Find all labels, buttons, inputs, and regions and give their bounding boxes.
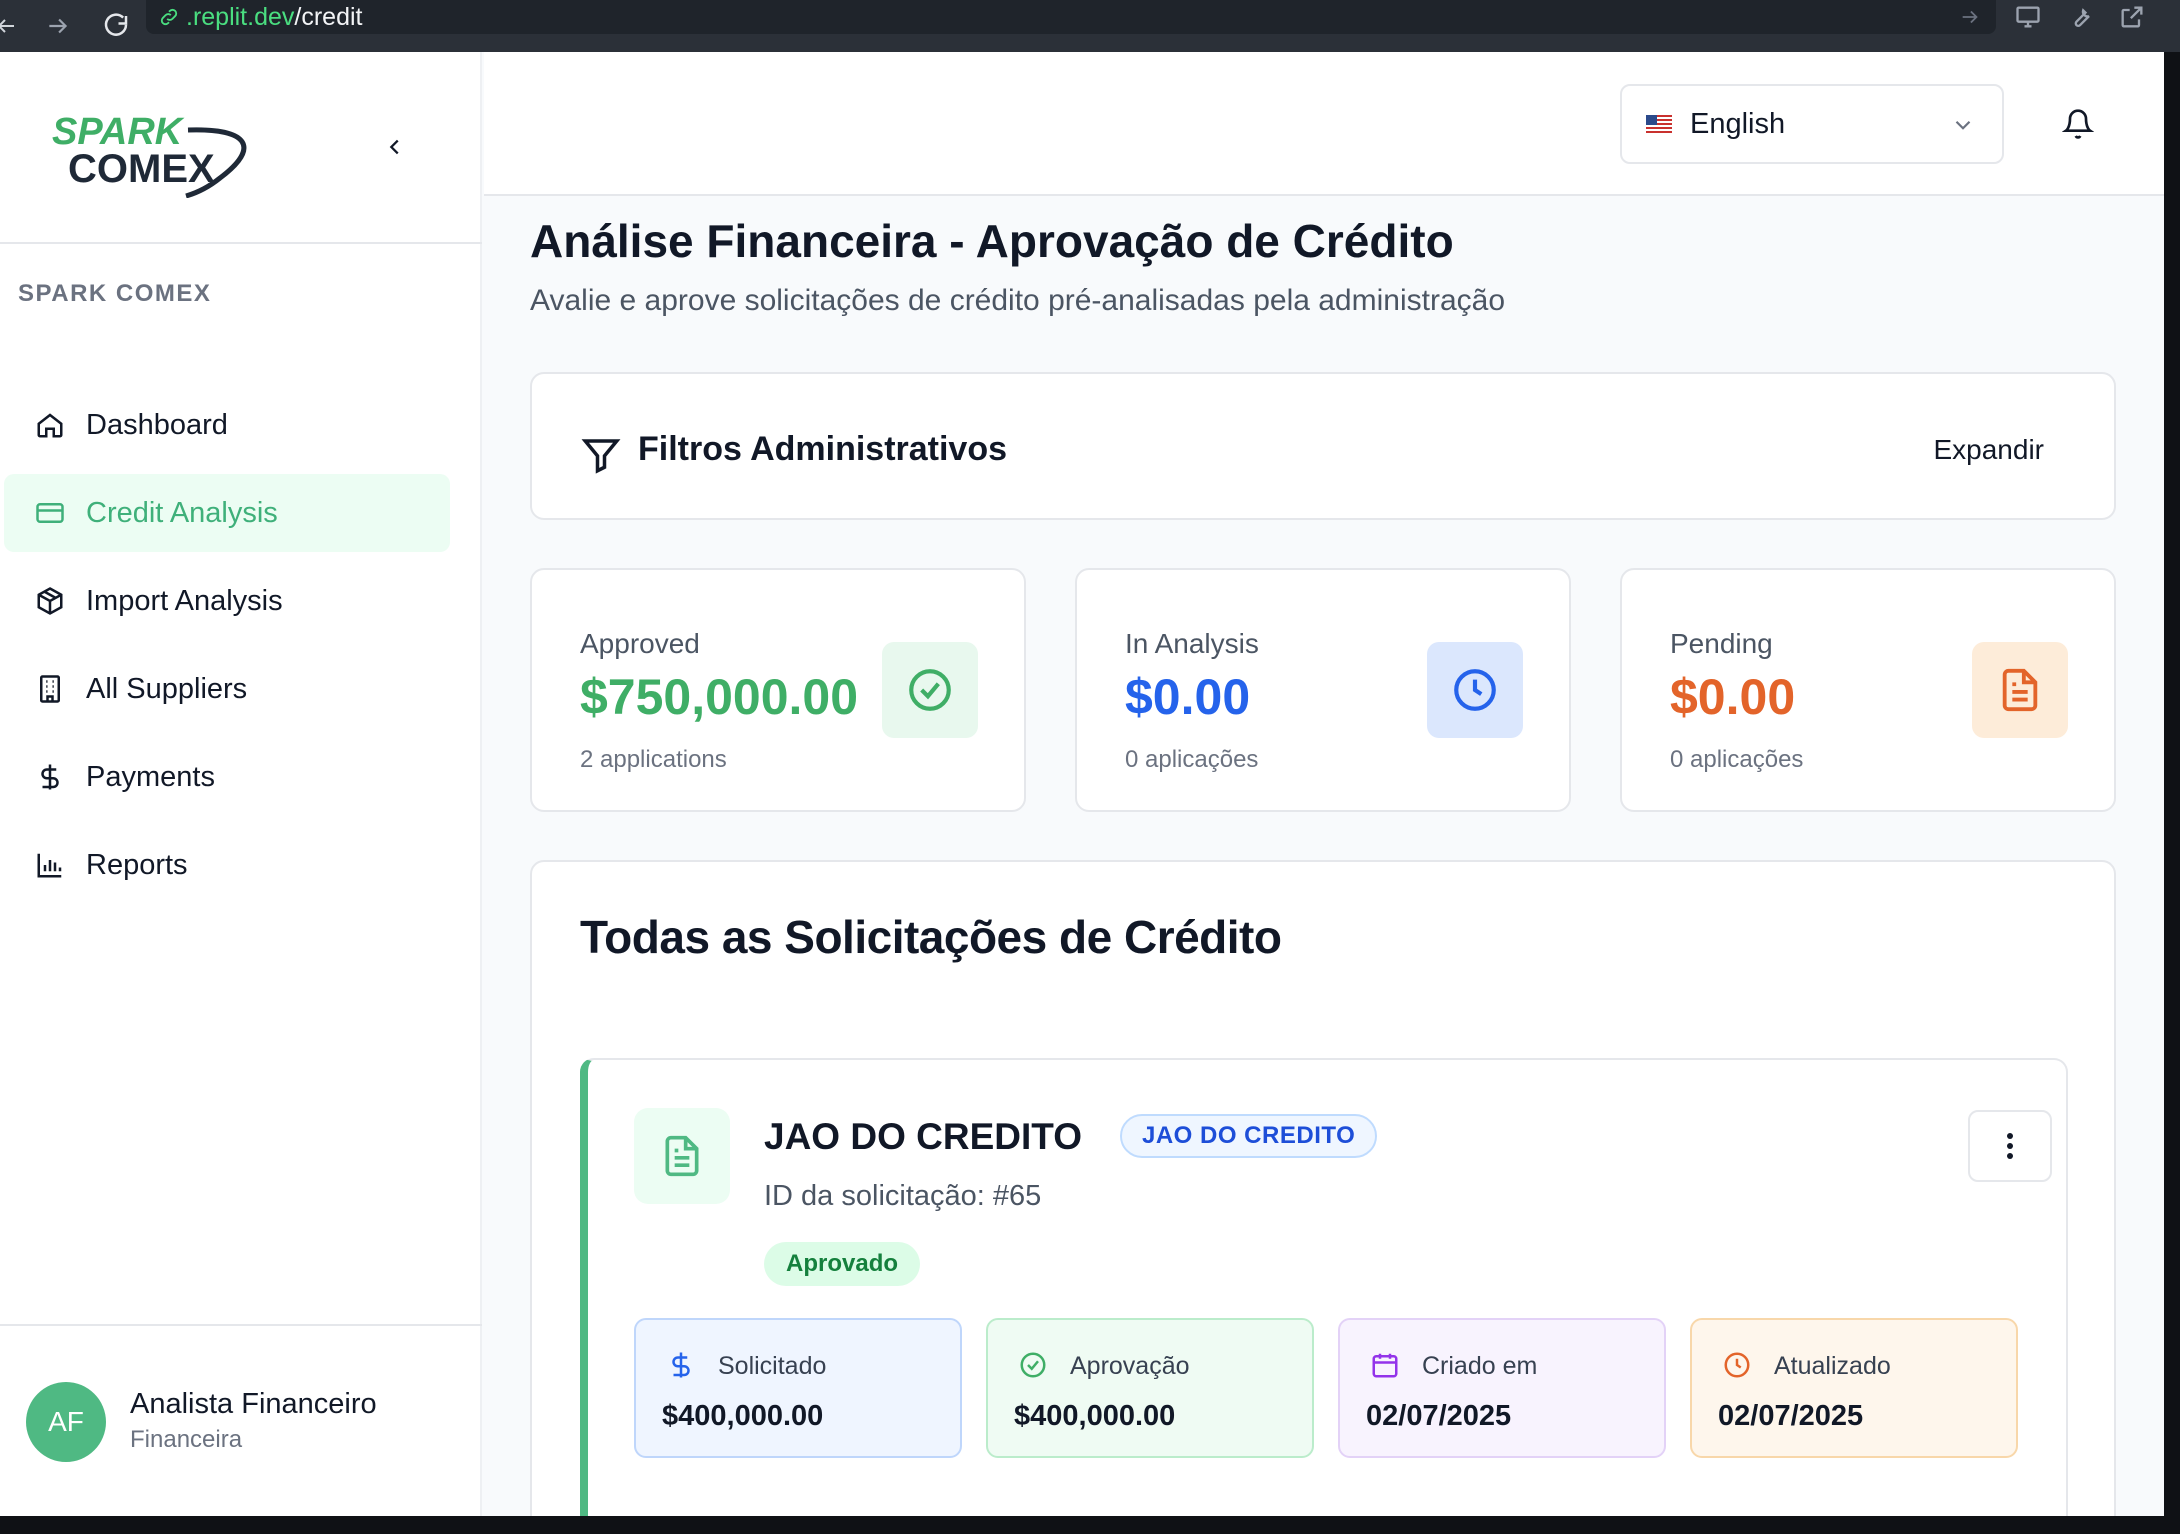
bell-icon [2062,109,2094,139]
calendar-icon [1370,1350,1400,1380]
logo-area: SPARK COMEX [0,52,482,244]
back-icon[interactable] [0,0,26,52]
address-bar[interactable]: .replit.dev/credit [146,0,1996,34]
url-host: .replit.dev [186,2,295,31]
sidebar-item-payments[interactable]: Payments [4,738,450,816]
sidebar-item-label: Credit Analysis [86,496,278,529]
stat-card-approved: Approved $750,000.00 2 applications [530,568,1026,812]
credit-request-card[interactable]: JAO DO CREDITO JAO DO CREDITO ID da soli… [580,1058,2068,1516]
check-circle-icon [882,642,978,738]
stat-value: $0.00 [1670,669,1796,725]
stat-value: $0.00 [1125,669,1251,725]
sidebar-item-reports[interactable]: Reports [4,826,450,904]
dollar-icon [666,1350,696,1380]
sidebar-item-label: Payments [86,760,215,793]
sidebar: SPARK COMEX SPARK COMEX Dashboard Credit… [0,52,482,1516]
stat-label: Approved [580,628,700,659]
detail-created: Criado em 02/07/2025 [1338,1318,1666,1458]
bar-chart-icon [34,849,66,881]
arrow-right-icon[interactable] [1950,0,1990,34]
language-label: English [1690,107,1786,140]
building-icon [34,673,66,705]
stat-card-in-analysis: In Analysis $0.00 0 aplicações [1075,568,1571,812]
document-icon [1972,642,2068,738]
sidebar-item-label: Import Analysis [86,584,283,617]
page-subtitle: Avalie e aprove solicitações de crédito … [530,284,1505,317]
monitor-icon[interactable] [2008,0,2048,34]
sidebar-item-label: Reports [86,848,188,881]
sidebar-item-all-suppliers[interactable]: All Suppliers [4,650,450,728]
detail-label: Aprovação [1070,1352,1190,1380]
user-profile[interactable]: AF Analista Financeiro Financeira [0,1324,482,1516]
stat-label: In Analysis [1125,628,1259,659]
sidebar-item-label: All Suppliers [86,672,248,705]
check-circle-icon [1018,1350,1048,1380]
detail-value: $400,000.00 [1014,1400,1176,1432]
stat-subtext: 2 applications [580,746,727,773]
package-icon [34,585,66,617]
stat-card-pending: Pending $0.00 0 aplicações [1620,568,2116,812]
chevron-down-icon [1950,112,1976,138]
chevron-left-icon [389,139,399,155]
stat-value: $750,000.00 [580,669,859,725]
detail-updated: Atualizado 02/07/2025 [1690,1318,2018,1458]
dollar-icon [34,761,66,793]
stat-label: Pending [1670,628,1773,659]
link-icon [158,6,180,28]
sidebar-item-dashboard[interactable]: Dashboard [4,386,450,464]
top-header: English [484,52,2164,196]
clock-icon [1722,1350,1752,1380]
window-edge [2164,52,2180,1534]
company-tag-badge: JAO DO CREDITO [1120,1114,1378,1158]
notifications-button[interactable] [2058,104,2098,144]
home-icon [34,409,66,441]
detail-label: Atualizado [1774,1352,1891,1380]
filters-title: Filtros Administrativos [638,430,1008,468]
app-window: SPARK COMEX SPARK COMEX Dashboard Credit… [0,52,2164,1516]
filters-panel: Filtros Administrativos Expandir [530,372,2116,520]
credit-card-icon [34,497,66,529]
requests-title: Todas as Solicitações de Crédito [580,911,1282,963]
company-name: JAO DO CREDITO [764,1116,1082,1157]
detail-requested: Solicitado $400,000.00 [634,1318,962,1458]
more-vertical-icon [2007,1133,2013,1159]
us-flag-icon [1646,115,1672,133]
avatar: AF [26,1382,106,1462]
more-options-button[interactable] [1968,1110,2052,1182]
stat-subtext: 0 aplicações [1125,746,1259,773]
expand-filters-button[interactable]: Expandir [1933,434,2044,466]
user-role: Financeira [130,1426,243,1453]
url-path: /credit [294,2,363,31]
detail-label: Solicitado [718,1352,827,1380]
clock-icon [1427,642,1523,738]
collapse-sidebar-button[interactable] [378,130,412,164]
forward-icon[interactable] [38,0,78,52]
window-edge [0,1516,2180,1534]
page-title: Análise Financeira - Aprovação de Crédit… [530,215,1454,267]
request-id: ID da solicitação: #65 [764,1180,1042,1212]
language-select[interactable]: English [1620,84,2004,164]
user-name: Analista Financeiro [130,1388,377,1420]
sidebar-item-credit-analysis[interactable]: Credit Analysis [4,474,450,552]
document-icon [634,1108,730,1204]
sidebar-item-label: Dashboard [86,408,228,441]
external-link-icon[interactable] [2112,0,2152,34]
detail-value: $400,000.00 [662,1400,824,1432]
reload-icon[interactable] [96,0,136,52]
detail-value: 02/07/2025 [1366,1400,1512,1432]
status-badge: Aprovado [764,1242,921,1286]
filter-icon [580,434,622,476]
stat-subtext: 0 aplicações [1670,746,1804,773]
wrench-icon[interactable] [2060,0,2100,34]
sidebar-section-label: SPARK COMEX [18,280,212,307]
detail-value: 02/07/2025 [1718,1400,1864,1432]
credit-requests-panel: Todas as Solicitações de Crédito JAO DO … [530,860,2116,1516]
sidebar-item-import-analysis[interactable]: Import Analysis [4,562,450,640]
detail-approval: Aprovação $400,000.00 [986,1318,1314,1458]
spark-comex-logo[interactable]: SPARK COMEX [50,108,262,198]
logo-text-bottom: COMEX [68,147,215,191]
detail-label: Criado em [1422,1352,1538,1380]
browser-toolbar: .replit.dev/credit [0,0,2180,52]
